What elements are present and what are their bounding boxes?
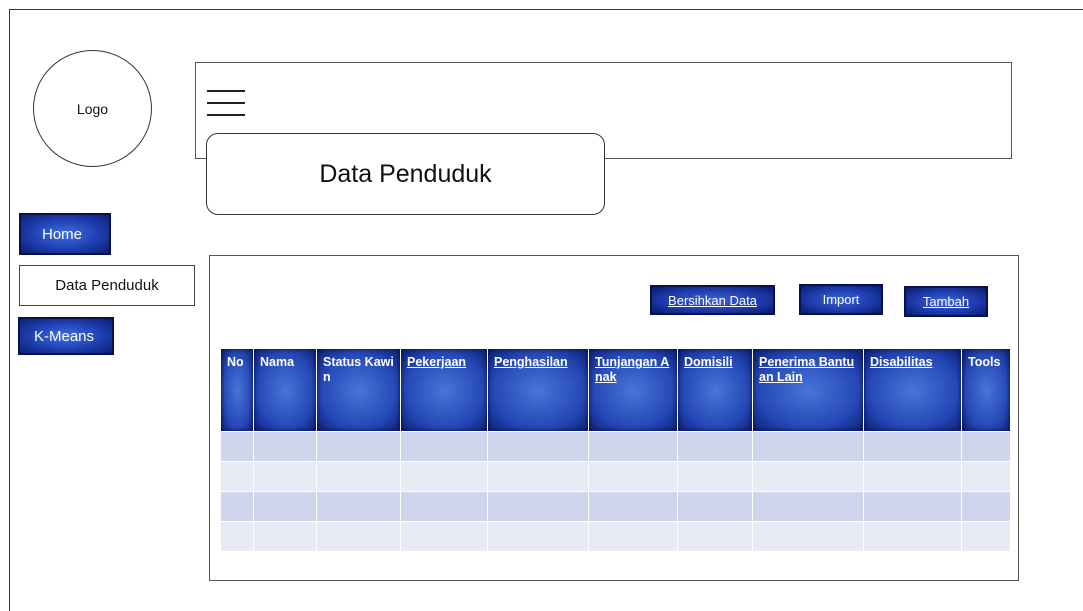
- add-button[interactable]: Tambah: [904, 286, 988, 317]
- col-header-status-kawin: Status Kawin: [316, 348, 401, 432]
- table-cell: [316, 491, 401, 522]
- table-cell: [253, 521, 317, 552]
- table-cell: [487, 491, 589, 522]
- table-cell: [400, 461, 488, 492]
- table-cell: [253, 461, 317, 492]
- table-cell: [220, 431, 254, 462]
- table-cell: [400, 521, 488, 552]
- table-cell: [316, 461, 401, 492]
- table-cell: [487, 521, 589, 552]
- table-row: [220, 461, 1011, 492]
- table-cell: [316, 431, 401, 462]
- table-cell: [752, 521, 864, 552]
- table-cell: [400, 431, 488, 462]
- table-cell: [220, 521, 254, 552]
- col-header-tunjangan-anak: Tunjangan Anak: [588, 348, 678, 432]
- table-cell: [588, 491, 678, 522]
- import-label: Import: [822, 292, 860, 307]
- table-row: [220, 491, 1011, 522]
- table-cell: [752, 461, 864, 492]
- table-cell: [677, 491, 753, 522]
- page-title-text: Data Penduduk: [319, 159, 492, 188]
- col-header-disabilitas: Disabilitas: [863, 348, 962, 432]
- table-row: [220, 521, 1011, 552]
- data-table: No Nama Status Kawin Pekerjaan Penghasil…: [220, 348, 1011, 552]
- clear-data-label: Bersihkan Data: [668, 292, 757, 308]
- table-cell: [400, 491, 488, 522]
- table-cell: [588, 461, 678, 492]
- page-title: Data Penduduk: [206, 133, 605, 215]
- table-header-row: No Nama Status Kawin Pekerjaan Penghasil…: [220, 348, 1011, 432]
- sidebar-item-label: Data Penduduk: [55, 277, 159, 294]
- table-cell: [961, 461, 1011, 492]
- table-row: [220, 431, 1011, 462]
- add-label: Tambah: [922, 294, 970, 309]
- table-cell: [863, 491, 962, 522]
- table-cell: [863, 521, 962, 552]
- col-header-pekerjaan: Pekerjaan: [400, 348, 488, 432]
- table-cell: [316, 521, 401, 552]
- logo-label: Logo: [76, 100, 109, 117]
- table-cell: [677, 461, 753, 492]
- col-header-tools: Tools: [961, 348, 1011, 432]
- table-cell: [253, 491, 317, 522]
- hamburger-menu-icon[interactable]: [207, 90, 245, 118]
- table-cell: [220, 461, 254, 492]
- sidebar-item-k-means[interactable]: K-Means: [18, 317, 114, 355]
- sidebar-item-home[interactable]: Home: [19, 213, 111, 255]
- table-cell: [220, 491, 254, 522]
- table-cell: [752, 491, 864, 522]
- table-cell: [677, 431, 753, 462]
- table-cell: [961, 491, 1011, 522]
- col-header-penerima-bantuan-lain: Penerima Bantuan Lain: [752, 348, 864, 432]
- import-button[interactable]: Import: [799, 284, 883, 315]
- logo: Logo: [33, 50, 152, 167]
- table-cell: [752, 431, 864, 462]
- clear-data-button[interactable]: Bersihkan Data: [650, 285, 775, 315]
- table-cell: [487, 431, 589, 462]
- sidebar-item-label: Home: [42, 225, 83, 243]
- table-cell: [863, 461, 962, 492]
- table-cell: [961, 521, 1011, 552]
- col-header-no: No: [220, 348, 254, 432]
- table-cell: [961, 431, 1011, 462]
- table-cell: [588, 431, 678, 462]
- col-header-nama: Nama: [253, 348, 317, 432]
- table-cell: [588, 521, 678, 552]
- table-cell: [487, 461, 589, 492]
- sidebar-item-label: K-Means: [34, 327, 95, 345]
- table-cell: [253, 431, 317, 462]
- table-cell: [677, 521, 753, 552]
- sidebar-item-data-penduduk[interactable]: Data Penduduk: [19, 265, 195, 306]
- table-cell: [863, 431, 962, 462]
- col-header-domisili: Domisili: [677, 348, 753, 432]
- col-header-penghasilan: Penghasilan: [487, 348, 589, 432]
